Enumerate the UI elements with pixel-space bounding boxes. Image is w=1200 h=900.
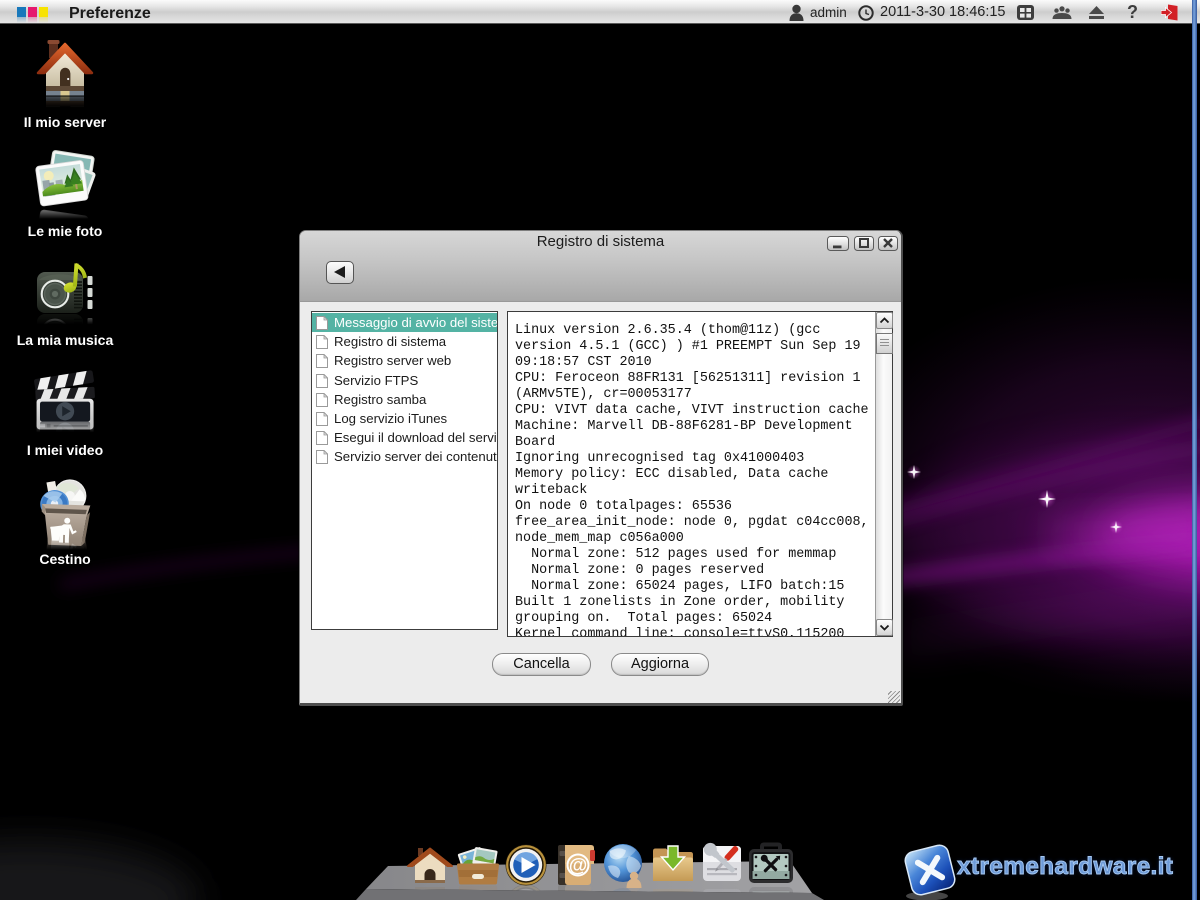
svg-text:@: @ [569,856,588,877]
